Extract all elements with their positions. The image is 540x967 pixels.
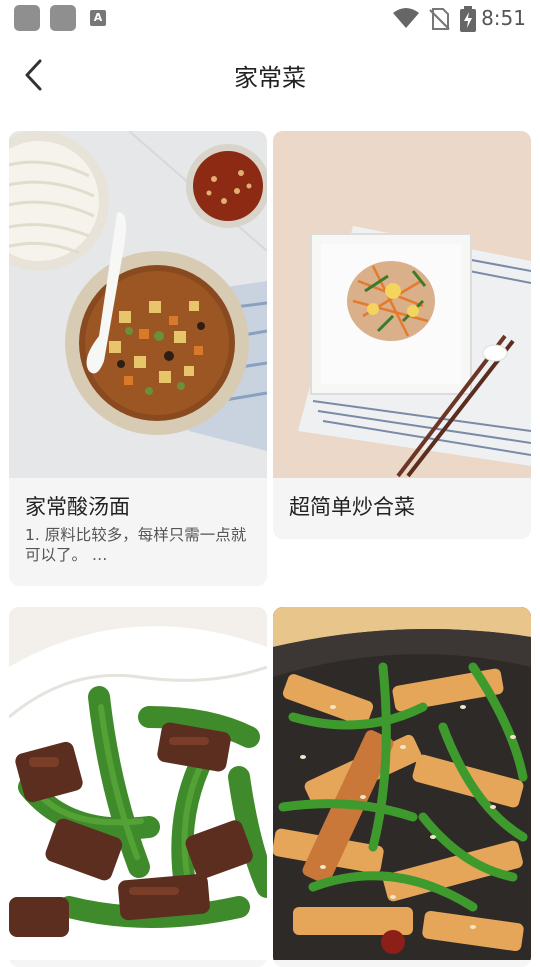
recipe-title: 超简单炒合菜 bbox=[289, 495, 415, 519]
recipe-image bbox=[9, 607, 267, 960]
app-bar: 家常菜 bbox=[0, 40, 540, 110]
clock: 8:51 bbox=[481, 6, 526, 30]
recipe-card[interactable]: 超简单炒合菜 bbox=[273, 131, 531, 539]
recipe-card[interactable] bbox=[9, 607, 267, 967]
recipe-image bbox=[273, 131, 531, 478]
page-title: 家常菜 bbox=[234, 64, 306, 92]
recipe-card[interactable] bbox=[273, 607, 531, 967]
notification-icon bbox=[50, 5, 76, 31]
recipe-title: 家常酸汤面 bbox=[25, 495, 130, 519]
keyboard-indicator-icon: A bbox=[90, 10, 106, 26]
no-sim-icon bbox=[429, 8, 450, 30]
wifi-icon bbox=[393, 8, 419, 28]
status-bar: A 8:51 bbox=[0, 0, 540, 36]
notification-icon bbox=[14, 5, 40, 31]
recipe-image bbox=[273, 607, 531, 960]
recipe-description: 1. 原料比较多，每样只需一点就可以了。 … bbox=[25, 526, 247, 564]
battery-charging-icon bbox=[460, 6, 476, 32]
recipe-card[interactable]: 家常酸汤面 1. 原料比较多，每样只需一点就可以了。 … bbox=[9, 131, 267, 586]
recipe-image bbox=[9, 131, 267, 478]
